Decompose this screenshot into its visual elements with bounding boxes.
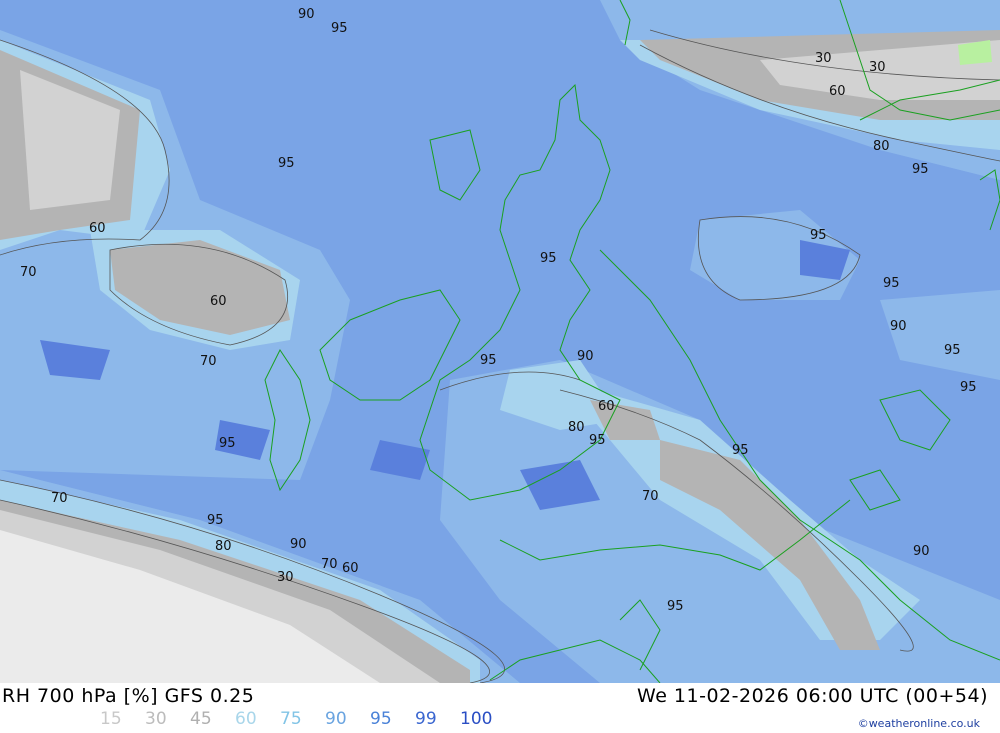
contour-label: 95 — [540, 251, 557, 266]
contour-label: 30 — [277, 570, 294, 585]
contour-label: 90 — [577, 349, 594, 364]
contour-label: 90 — [290, 537, 307, 552]
contour-label: 70 — [321, 557, 338, 572]
legend-value: 90 — [325, 709, 347, 729]
contour-label: 95 — [732, 443, 749, 458]
contour-label: 95 — [667, 599, 684, 614]
color-legend: 15 30 45 60 75 90 95 99 100 — [100, 709, 505, 729]
contour-label: 90 — [913, 544, 930, 559]
product-title: RH 700 hPa [%] GFS 0.25 — [2, 685, 255, 707]
contour-label: 70 — [51, 491, 68, 506]
contour-label: 95 — [810, 228, 827, 243]
contour-label: 95 — [589, 433, 606, 448]
contour-label: 95 — [219, 436, 236, 451]
map-footer: RH 700 hPa [%] GFS 0.25 We 11-02-2026 06… — [0, 683, 1000, 733]
legend-value: 99 — [415, 709, 437, 729]
weather-map: 90 95 30 30 60 80 95 95 60 70 60 95 95 9… — [0, 0, 1000, 683]
contour-label: 60 — [210, 294, 227, 309]
legend-value: 45 — [190, 709, 212, 729]
contour-label: 30 — [869, 60, 886, 75]
contour-label: 95 — [912, 162, 929, 177]
contour-label: 95 — [480, 353, 497, 368]
contour-label: 90 — [298, 7, 315, 22]
contour-label: 70 — [200, 354, 217, 369]
legend-value: 60 — [235, 709, 257, 729]
legend-value: 95 — [370, 709, 392, 729]
legend-value: 15 — [100, 709, 122, 729]
contour-label: 60 — [342, 561, 359, 576]
contour-label: 80 — [873, 139, 890, 154]
valid-time: We 11-02-2026 06:00 UTC (00+54) — [637, 685, 988, 707]
contour-label: 60 — [89, 221, 106, 236]
contour-label: 90 — [890, 319, 907, 334]
legend-value: 30 — [145, 709, 167, 729]
contour-label: 80 — [568, 420, 585, 435]
contour-label: 95 — [883, 276, 900, 291]
contour-label: 30 — [815, 51, 832, 66]
contour-label: 70 — [642, 489, 659, 504]
contour-label: 70 — [20, 265, 37, 280]
legend-value: 100 — [460, 709, 493, 729]
contour-label: 80 — [215, 539, 232, 554]
contour-label: 60 — [829, 84, 846, 99]
credit-link[interactable]: ©weatheronline.co.uk — [858, 717, 980, 730]
contour-label: 95 — [331, 21, 348, 36]
legend-value: 75 — [280, 709, 302, 729]
contour-label: 95 — [278, 156, 295, 171]
contour-label: 95 — [944, 343, 961, 358]
contour-label: 95 — [207, 513, 224, 528]
contour-label: 95 — [960, 380, 977, 395]
contour-label: 60 — [598, 399, 615, 414]
